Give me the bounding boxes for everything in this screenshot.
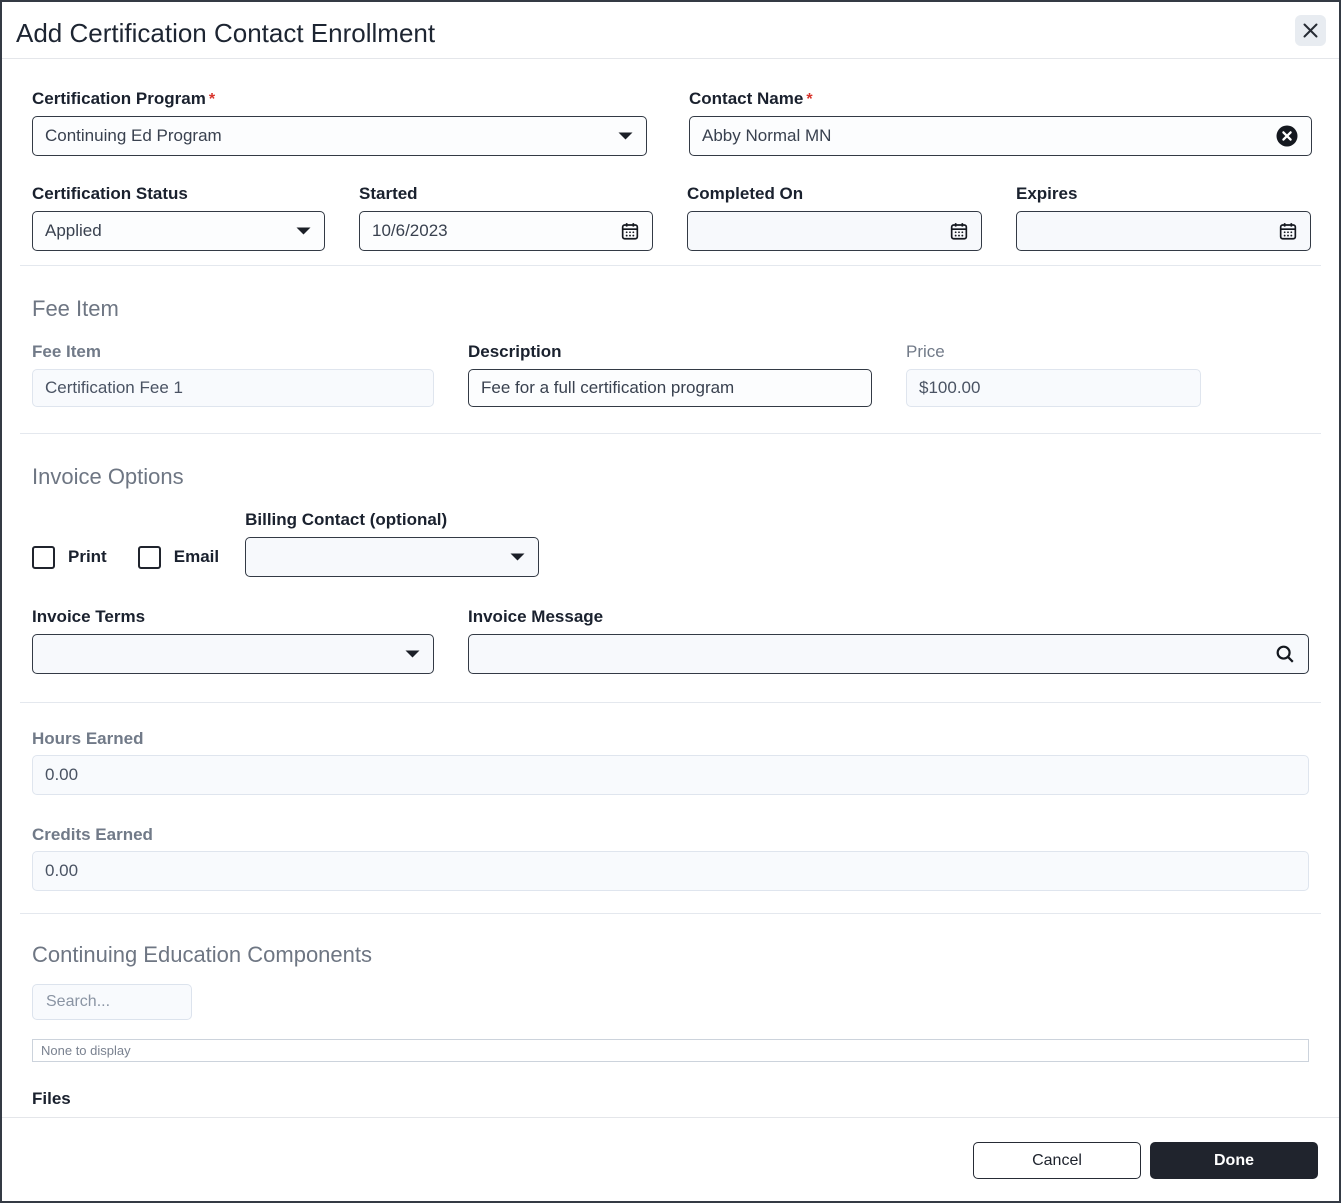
- invoice-terms-label: Invoice Terms: [32, 607, 146, 626]
- search-icon[interactable]: [1274, 643, 1296, 665]
- fee-item-section-heading: Fee Item: [32, 296, 119, 321]
- section-divider: [20, 913, 1321, 914]
- chevron-down-icon[interactable]: [617, 131, 634, 141]
- components-empty-message: None to display: [32, 1039, 1309, 1062]
- email-checkbox-group: Email: [137, 537, 220, 577]
- email-checkbox-label: Email: [173, 547, 220, 566]
- price-value-field: $100.00: [906, 369, 1201, 407]
- completed-on-date-input[interactable]: [687, 211, 982, 251]
- close-icon: [1302, 22, 1319, 39]
- invoice-options-row: Print Email Billing Contact (optional): [32, 510, 1309, 577]
- add-certification-contact-enrollment-dialog: Add Certification Contact Enrollment Cer…: [0, 0, 1341, 1203]
- credits-earned-value-field: 0.00: [32, 851, 1309, 891]
- fee-item-value: Certification Fee 1: [45, 378, 183, 397]
- expires-label: Expires: [1016, 184, 1078, 203]
- hours-earned-value: 0.00: [45, 765, 79, 784]
- invoice-terms-select[interactable]: [32, 634, 434, 674]
- started-field-group: Started 10/6/2023: [359, 184, 653, 251]
- expires-field-group: Expires: [1016, 184, 1311, 251]
- certification-status-label: Certification Status: [32, 184, 188, 203]
- invoice-message-field-group: Invoice Message: [468, 607, 1309, 674]
- components-search-input[interactable]: [44, 992, 180, 1012]
- description-input[interactable]: [481, 378, 859, 398]
- certification-program-value: Continuing Ed Program: [45, 126, 222, 145]
- price-label: Price: [906, 342, 945, 361]
- row-status-dates: Certification Status Applied Started 10/…: [32, 184, 1311, 251]
- billing-contact-label: Billing Contact (optional): [245, 510, 448, 529]
- started-label: Started: [359, 184, 418, 203]
- chevron-down-icon[interactable]: [509, 552, 526, 562]
- calendar-icon[interactable]: [949, 221, 969, 241]
- contact-name-label: Contact Name: [689, 89, 804, 108]
- section-divider: [20, 265, 1321, 266]
- description-label: Description: [468, 342, 562, 361]
- invoice-terms-field-group: Invoice Terms: [32, 607, 434, 674]
- chevron-down-icon[interactable]: [295, 226, 312, 236]
- credits-earned-value: 0.00: [45, 861, 79, 880]
- certification-program-field-group: Certification Program * Continuing Ed Pro…: [32, 89, 647, 156]
- print-checkbox[interactable]: [32, 545, 55, 569]
- print-checkbox-group: Print: [32, 537, 107, 577]
- print-checkbox-label: Print: [68, 547, 107, 566]
- files-heading: Files: [32, 1089, 71, 1108]
- cancel-button[interactable]: Cancel: [973, 1142, 1141, 1179]
- description-input-wrap: [468, 369, 872, 407]
- required-asterisk: *: [806, 91, 813, 108]
- dialog-header: Add Certification Contact Enrollment: [2, 2, 1339, 59]
- invoice-message-input[interactable]: [481, 644, 1274, 664]
- fee-item-row: Fee Item Certification Fee 1 Description…: [32, 342, 1309, 407]
- certification-status-field-group: Certification Status Applied: [32, 184, 325, 251]
- hours-earned-value-field: 0.00: [32, 755, 1309, 795]
- clear-circle-icon[interactable]: [1275, 124, 1299, 148]
- billing-contact-select[interactable]: [245, 537, 540, 577]
- fee-item-value-field: Certification Fee 1: [32, 369, 434, 407]
- dialog-body: Certification Program * Continuing Ed Pro…: [2, 59, 1339, 1117]
- description-field-group: Description: [468, 342, 872, 407]
- certification-program-label: Certification Program: [32, 89, 206, 108]
- price-field-group: Price $100.00: [906, 342, 1201, 407]
- calendar-icon[interactable]: [620, 221, 640, 241]
- hours-earned-field-group: Hours Earned 0.00: [32, 729, 1309, 795]
- invoice-message-label: Invoice Message: [468, 607, 604, 626]
- email-checkbox[interactable]: [137, 545, 161, 569]
- expires-date-input[interactable]: [1016, 211, 1311, 251]
- required-asterisk: *: [208, 91, 216, 108]
- credits-earned-label: Credits Earned: [32, 825, 153, 844]
- started-date-input[interactable]: 10/6/2023: [359, 211, 653, 251]
- invoice-terms-row: Invoice Terms Invoice Message: [32, 607, 1309, 674]
- close-button[interactable]: [1295, 15, 1326, 46]
- fee-item-field-group: Fee Item Certification Fee 1: [32, 342, 434, 407]
- contact-name-input[interactable]: [702, 126, 1275, 146]
- credits-earned-field-group: Credits Earned 0.00: [32, 825, 1309, 891]
- certification-program-select[interactable]: Continuing Ed Program: [32, 116, 647, 156]
- billing-contact-field-group: Billing Contact (optional): [245, 510, 540, 577]
- certification-status-select[interactable]: Applied: [32, 211, 325, 251]
- hours-earned-label: Hours Earned: [32, 729, 144, 748]
- chevron-down-icon[interactable]: [404, 649, 421, 659]
- started-date-value: 10/6/2023: [372, 221, 448, 240]
- contact-name-input-wrap: [689, 116, 1312, 156]
- continuing-education-section-heading: Continuing Education Components: [32, 942, 373, 967]
- certification-status-value: Applied: [45, 221, 102, 240]
- done-button[interactable]: Done: [1150, 1142, 1318, 1179]
- contact-name-field-group: Contact Name *: [689, 89, 1312, 156]
- components-search-box: [32, 984, 192, 1020]
- section-divider: [20, 433, 1321, 434]
- section-divider: [20, 702, 1321, 703]
- fee-item-label: Fee Item: [32, 342, 101, 361]
- invoice-message-input-wrap: [468, 634, 1309, 674]
- dialog-title: Add Certification Contact Enrollment: [16, 18, 436, 48]
- row-program-contact: Certification Program * Continuing Ed Pro…: [32, 89, 1312, 156]
- invoice-options-section-heading: Invoice Options: [32, 464, 184, 489]
- price-value: $100.00: [919, 378, 981, 397]
- dialog-footer: Cancel Done: [2, 1117, 1339, 1201]
- completed-on-field-group: Completed On: [687, 184, 982, 251]
- calendar-icon[interactable]: [1278, 221, 1298, 241]
- completed-on-label: Completed On: [687, 184, 804, 203]
